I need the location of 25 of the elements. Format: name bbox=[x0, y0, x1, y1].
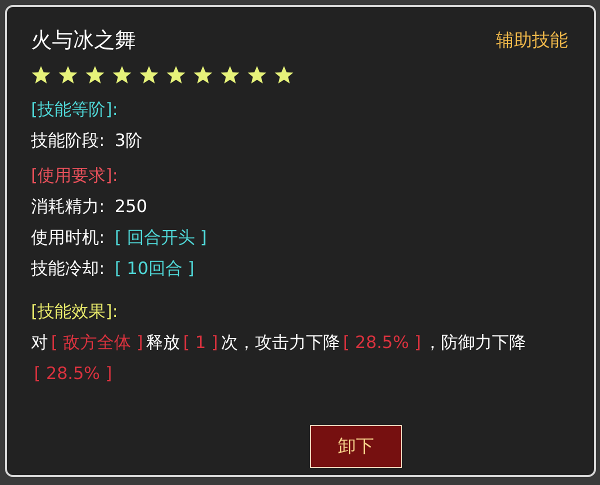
field-value: [ 10回合 ] bbox=[114, 258, 194, 280]
unequip-button[interactable]: 卸下 bbox=[310, 425, 402, 468]
field-value: 250 bbox=[114, 196, 148, 218]
skill-category: 辅助技能 bbox=[496, 29, 568, 54]
star-icon bbox=[166, 64, 186, 84]
section-heading: [使用要求]: bbox=[31, 164, 118, 188]
star-icon bbox=[58, 64, 78, 84]
field-label: 技能阶段: bbox=[31, 130, 105, 152]
field-value: 3阶 bbox=[114, 130, 143, 152]
section-heading: [技能效果]: bbox=[31, 300, 118, 324]
field-value: [ 回合开头 ] bbox=[114, 226, 207, 250]
section-heading: [技能等阶]: bbox=[31, 98, 118, 122]
star-icon bbox=[274, 64, 294, 84]
star-icon bbox=[220, 64, 240, 84]
star-icon bbox=[247, 64, 267, 84]
field-label: 消耗精力: bbox=[31, 196, 105, 218]
star-icon bbox=[85, 64, 105, 84]
star-icon bbox=[31, 64, 51, 84]
effect-description: 对 [ 敌方全体 ] 释放 [ 1 ] 次，攻击力下降 [ 28.5% ] ，防御力下降 [ 28.5% ] bbox=[31, 332, 528, 386]
star-icon bbox=[112, 64, 132, 84]
field-label: 技能冷却: bbox=[31, 258, 105, 280]
star-icon bbox=[139, 64, 159, 84]
star-icon bbox=[193, 64, 213, 84]
field-label: 使用时机: bbox=[31, 226, 105, 250]
skill-title: 火与冰之舞 bbox=[31, 27, 136, 54]
